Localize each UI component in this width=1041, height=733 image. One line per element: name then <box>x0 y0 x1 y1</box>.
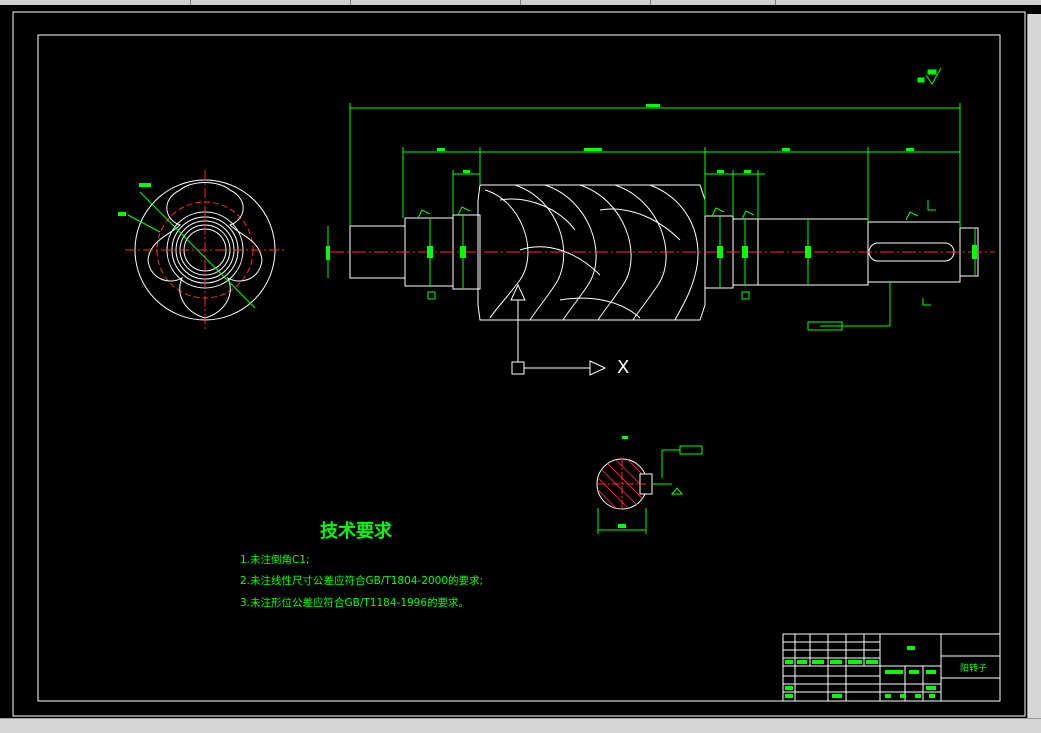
tech-note-2: 2.未注线性尺寸公差应符合GB/T1804-2000的要求; <box>240 575 484 587</box>
horizontal-scrollbar[interactable] <box>0 718 1041 733</box>
title-block-text-marks <box>785 646 936 698</box>
dimensions <box>327 103 976 331</box>
vertical-scrollbar[interactable] <box>1027 14 1041 718</box>
tech-note-3: 3.未注形位公差应符合GB/T1184-1996的要求。 <box>240 597 470 609</box>
outer-frame <box>12 11 1026 717</box>
part-name: 阳转子 <box>960 664 988 674</box>
roughness-symbol <box>917 67 942 85</box>
drawing-canvas[interactable]: 技术要求 1.未注倒角C1; 2.未注线性尺寸公差应符合GB/T1804-200… <box>0 5 1027 718</box>
drawing-border <box>37 34 1001 702</box>
section-view <box>596 436 703 534</box>
cad-drawing <box>12 11 1026 717</box>
tech-note-1: 1.未注倒角C1; <box>240 554 310 566</box>
ucs-x-label: X <box>617 357 630 378</box>
tech-requirements-title: 技术要求 <box>320 521 392 542</box>
end-view <box>118 170 285 330</box>
dimension-text-marks <box>326 104 977 260</box>
